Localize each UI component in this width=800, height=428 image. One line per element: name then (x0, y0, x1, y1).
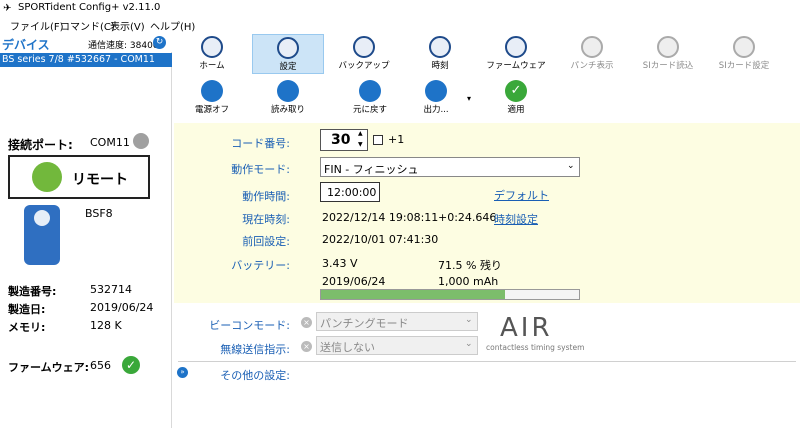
sicard-read-icon (657, 36, 679, 58)
device-image (24, 205, 60, 265)
apply-button[interactable]: ✓ 適用 (480, 78, 552, 118)
wireless-select[interactable]: 送信しない ⌄ (316, 336, 478, 355)
settings-panel: コード番号: 30 ▲ ▼ +1 動作モード: FIN - フィニッシュ ⌄ 動… (174, 123, 800, 303)
window-title: SPORTident Config+ v2.11.0 (18, 2, 161, 13)
device-model: BSF8 (85, 207, 113, 220)
memory-label: メモリ: (8, 321, 46, 334)
backup-button[interactable]: バックアップ (328, 34, 400, 74)
time-offset: +0:24.646 (438, 211, 497, 224)
battery-capacity: 1,000 mAh (438, 275, 499, 288)
power-icon (201, 80, 223, 102)
title-bar: ✈ SPORTident Config+ v2.11.0 (0, 0, 800, 18)
mode-select[interactable]: FIN - フィニッシュ ⌄ (320, 157, 580, 177)
menu-file[interactable]: ファイル(F) (10, 18, 64, 33)
divider (178, 361, 796, 362)
firmware-icon (505, 36, 527, 58)
home-icon (201, 36, 223, 58)
baud-rate: 通信速度: 38400 (88, 41, 159, 51)
menu-bar: ファイル(F) コマンド(C) 表示(V) ヘルプ(H) (0, 18, 800, 33)
stepper-up-icon[interactable]: ▲ (358, 130, 363, 137)
serial-label: 製造番号: (8, 285, 57, 298)
mode-label: 動作モード: (231, 163, 290, 176)
memory-value: 128 K (90, 319, 122, 332)
curtime-value: 2022/12/14 19:08:11 (322, 211, 439, 224)
firmware-ok-icon: ✓ (122, 356, 140, 374)
plus-one-label: +1 (388, 133, 405, 146)
curtime-label: 現在時刻: (242, 213, 290, 226)
default-link[interactable]: デフォルト (494, 187, 549, 203)
last-value: 2022/10/01 07:41:30 (322, 233, 439, 246)
battery-percent: 71.5 % 残り (438, 259, 502, 272)
battery-bar (320, 289, 580, 300)
battery-label: バッテリー: (231, 259, 290, 272)
read-button[interactable]: 読み取り (252, 78, 324, 118)
settings-icon (277, 37, 299, 59)
plus-one-checkbox[interactable] (373, 135, 383, 145)
remote-label: リモート (72, 172, 128, 188)
sicard-settings-button[interactable]: SIカード設定 (708, 34, 780, 74)
menu-view[interactable]: 表示(V) (110, 18, 145, 33)
firmware-value: 656 (90, 359, 111, 372)
lower-settings: ビーコンモード: × パンチングモード ⌄ 無線送信指示: × 送信しない ⌄ … (174, 303, 800, 428)
air-logo: AIR (500, 313, 553, 343)
status-indicator (133, 133, 149, 149)
refresh-icon[interactable]: ↻ (153, 36, 166, 49)
date-label: 製造日: (8, 303, 46, 316)
menu-command[interactable]: コマンド(C) (60, 18, 115, 33)
chevron-down-icon: ⌄ (465, 339, 473, 349)
time-button[interactable]: 時刻 (404, 34, 476, 74)
optime-label: 動作時間: (242, 190, 290, 203)
export-icon (425, 80, 447, 102)
sicard-settings-icon (733, 36, 755, 58)
optime-input[interactable]: 12:00:00 (320, 182, 380, 202)
firmware-label: ファームウェア: (8, 361, 90, 374)
code-label: コード番号: (231, 137, 290, 150)
battery-date: 2019/06/24 (322, 275, 386, 288)
export-button[interactable]: 出力... (400, 78, 472, 118)
timeset-link[interactable]: 時刻設定 (494, 211, 538, 227)
devices-title: デバイス (2, 38, 50, 52)
port-label: 接続ポート: (8, 138, 73, 152)
sicard-read-button[interactable]: SIカード読込 (632, 34, 704, 74)
stepper-down-icon[interactable]: ▼ (358, 141, 363, 148)
export-dropdown-icon[interactable]: ▾ (467, 94, 471, 103)
chevron-down-icon: ⌄ (465, 315, 473, 325)
power-off-button[interactable]: 電源オフ (176, 78, 248, 118)
undo-button[interactable]: 元に戻す (334, 78, 406, 118)
clock-icon (429, 36, 451, 58)
beacon-disabled-icon: × (301, 317, 312, 328)
punch-view-button[interactable]: パンチ表示 (556, 34, 628, 74)
beacon-label: ビーコンモード: (209, 319, 290, 332)
expand-icon[interactable]: » (177, 367, 188, 378)
check-icon: ✓ (505, 80, 527, 102)
backup-icon (353, 36, 375, 58)
remote-icon (32, 162, 62, 192)
app-icon: ✈ (3, 3, 12, 14)
punch-icon (581, 36, 603, 58)
devices-header: デバイス 通信速度: 38400 ↻ (0, 34, 172, 52)
air-tagline: contactless timing system (486, 343, 585, 352)
chevron-down-icon: ⌄ (567, 161, 575, 171)
read-icon (277, 80, 299, 102)
menu-help[interactable]: ヘルプ(H) (150, 18, 195, 33)
beacon-select[interactable]: パンチングモード ⌄ (316, 312, 478, 331)
serial-value: 532714 (90, 283, 132, 296)
toolbar: ホーム 設定 バックアップ 時刻 ファームウェア パンチ表示 SIカード読込 S… (174, 34, 800, 122)
undo-icon (359, 80, 381, 102)
more-settings-label[interactable]: その他の設定: (194, 367, 290, 383)
battery-voltage: 3.43 V (322, 257, 358, 270)
device-list-item[interactable]: BS series 7/8 #532667 - COM11 (0, 53, 172, 67)
wireless-disabled-icon: × (301, 341, 312, 352)
last-label: 前回設定: (242, 235, 290, 248)
wireless-label: 無線送信指示: (220, 343, 290, 356)
firmware-button[interactable]: ファームウェア (480, 34, 552, 74)
port-value: COM11 (90, 136, 130, 149)
settings-button[interactable]: 設定 (252, 34, 324, 74)
remote-button[interactable]: リモート (8, 155, 150, 199)
code-input[interactable]: 30 ▲ ▼ (320, 129, 368, 151)
home-button[interactable]: ホーム (176, 34, 248, 74)
date-value: 2019/06/24 (90, 301, 154, 314)
battery-fill (321, 290, 506, 299)
